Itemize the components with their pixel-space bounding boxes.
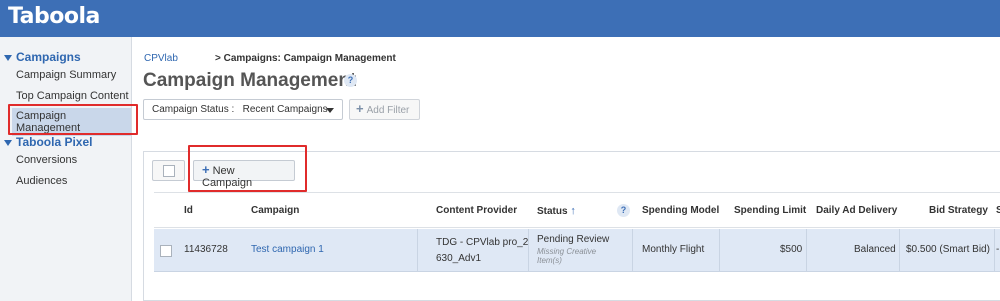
cell-id: 11436728	[184, 244, 228, 255]
column-divider	[994, 229, 995, 272]
column-header-bid-strategy[interactable]: Bid Strategy	[929, 205, 988, 216]
column-header-status[interactable]: Status ↑	[537, 205, 576, 217]
status-help-icon[interactable]: ?	[617, 204, 630, 217]
column-divider	[806, 229, 807, 272]
sidebar-section-campaigns[interactable]: Campaigns	[4, 50, 81, 64]
cell-next: -	[996, 244, 1000, 255]
cell-content-provider-line1: TDG - CPVlab pro_2	[436, 237, 529, 248]
help-icon[interactable]: ?	[344, 74, 357, 87]
column-divider	[719, 229, 720, 272]
page-title: Campaign Management	[143, 70, 357, 91]
taboola-logo[interactable]: Taboola	[8, 4, 100, 29]
sidebar: Campaigns Campaign Summary Top Campaign …	[0, 37, 132, 301]
column-header-next[interactable]: S	[996, 205, 1000, 216]
chevron-down-icon	[326, 108, 334, 113]
cell-daily-ad-delivery: Balanced	[854, 244, 896, 255]
column-divider	[528, 229, 529, 272]
cell-bid-strategy: $0.500 (Smart Bid)	[906, 244, 990, 255]
sidebar-section-label: Taboola Pixel	[16, 135, 93, 149]
campaign-status-select[interactable]: Campaign Status : Recent Campaigns	[143, 99, 343, 120]
cell-spending-limit: $500	[780, 244, 803, 255]
column-header-status-label: Status	[537, 206, 568, 217]
highlight-box-sidebar	[8, 104, 138, 135]
column-header-spending-limit[interactable]: Spending Limit	[734, 205, 806, 216]
column-divider	[632, 229, 633, 272]
sidebar-item-campaign-summary[interactable]: Campaign Summary	[16, 69, 116, 81]
sidebar-item-conversions[interactable]: Conversions	[16, 154, 77, 166]
select-all-button[interactable]	[152, 160, 185, 181]
plus-icon: +	[356, 101, 364, 116]
campaign-link[interactable]: Test campaign 1	[251, 244, 324, 255]
add-filter-label: Add Filter	[366, 105, 410, 116]
sort-ascending-icon: ↑	[570, 205, 576, 217]
cell-status-note-line1: Missing Creative	[537, 247, 597, 256]
select-all-checkbox[interactable]	[163, 165, 175, 177]
column-divider	[417, 229, 418, 272]
table-header: Id Campaign Content Provider Status ↑ ? …	[154, 192, 1000, 228]
breadcrumb-current: > Campaigns: Campaign Management	[215, 53, 396, 64]
cell-content-provider-line2: 630_Adv1	[436, 253, 482, 264]
sidebar-item-audiences[interactable]: Audiences	[16, 175, 67, 187]
column-header-campaign[interactable]: Campaign	[251, 205, 299, 216]
top-bar: Taboola	[0, 0, 1000, 37]
column-divider	[899, 229, 900, 272]
sidebar-section-label: Campaigns	[16, 50, 81, 64]
column-header-spending-model[interactable]: Spending Model	[642, 205, 719, 216]
status-select-value: Recent Campaigns	[242, 104, 328, 115]
chevron-down-icon	[4, 54, 12, 61]
status-select-label: Campaign Status :	[152, 104, 235, 115]
column-header-daily-ad-delivery[interactable]: Daily Ad Delivery	[816, 205, 897, 216]
cell-spending-model: Monthly Flight	[642, 244, 705, 255]
sidebar-item-top-campaign-content[interactable]: Top Campaign Content	[16, 90, 129, 102]
breadcrumb-root[interactable]: CPVlab	[144, 53, 178, 64]
column-header-content-provider[interactable]: Content Provider	[436, 205, 517, 216]
table-row[interactable]: 11436728 Test campaign 1 TDG - CPVlab pr…	[154, 229, 1000, 272]
sidebar-section-taboola-pixel[interactable]: Taboola Pixel	[4, 135, 92, 149]
row-checkbox[interactable]	[160, 245, 172, 257]
cell-status-note-line2: Item(s)	[537, 256, 562, 265]
highlight-box-new-campaign	[188, 145, 307, 192]
cell-status: Pending Review	[537, 234, 610, 245]
add-filter-button[interactable]: + Add Filter	[349, 99, 420, 120]
chevron-down-icon	[4, 139, 12, 146]
column-header-id[interactable]: Id	[184, 205, 193, 216]
